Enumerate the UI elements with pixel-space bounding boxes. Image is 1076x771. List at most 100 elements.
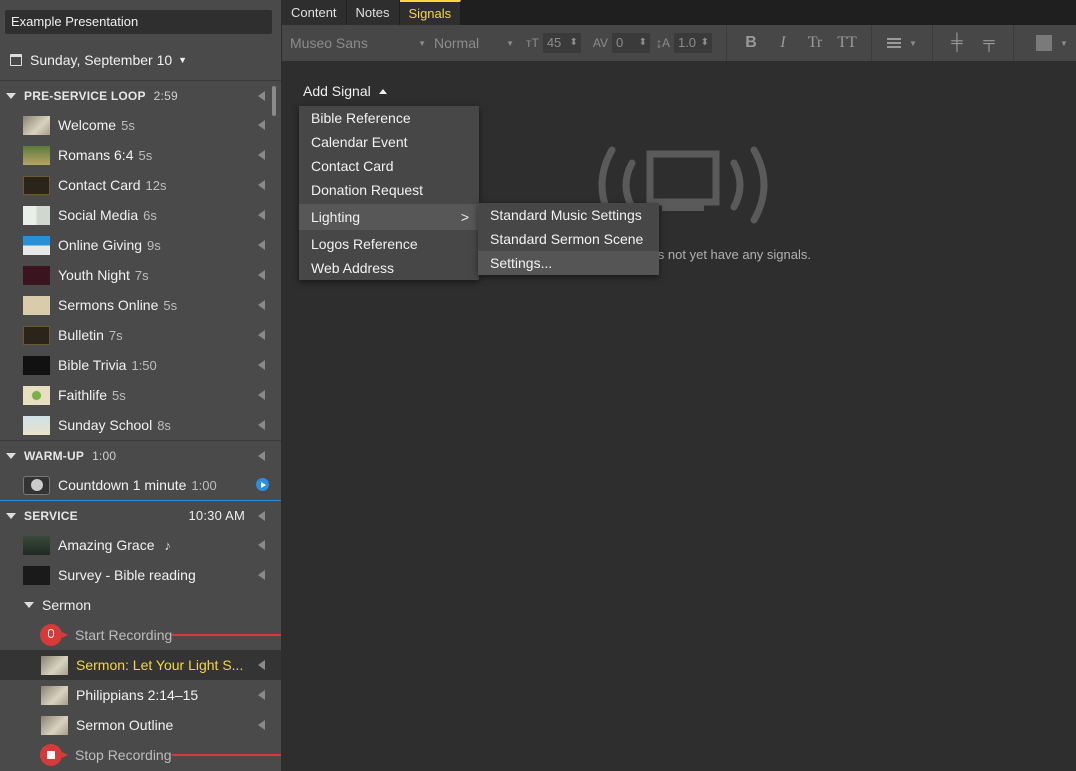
section-pre-service-loop[interactable]: PRE-SERVICE LOOP 2:59 [0, 80, 281, 110]
list-item[interactable]: Welcome 5s [0, 110, 281, 140]
list-item[interactable]: Social Media 6s [0, 200, 281, 230]
speaker-icon[interactable] [258, 360, 265, 370]
item-name: Bible Trivia [58, 357, 127, 373]
font-size-stepper[interactable]: ᴛT 45 [526, 33, 581, 53]
speaker-icon[interactable] [258, 570, 265, 580]
list-item[interactable]: Online Giving 9s [0, 230, 281, 260]
list-item[interactable]: Countdown 1 minute 1:00 [0, 470, 281, 500]
slide-thumbnail [23, 295, 50, 315]
menu-item-calendar-event[interactable]: Calendar Event [299, 130, 479, 154]
slide-thumbnail [23, 115, 50, 135]
tracking-value[interactable]: 0 [611, 33, 650, 53]
speaker-icon[interactable] [258, 511, 265, 521]
slide-thumbnail [23, 565, 50, 585]
lighting-submenu: Standard Music Settings Standard Sermon … [478, 203, 659, 275]
menu-item-lighting[interactable]: Lighting > [299, 204, 479, 230]
item-length: 5s [121, 117, 135, 133]
item-length: 9s [147, 237, 161, 253]
menu-item-standard-sermon-scene[interactable]: Standard Sermon Scene [478, 227, 659, 251]
menu-item-logos-reference[interactable]: Logos Reference [299, 232, 479, 256]
stop-recording-signal[interactable]: Stop Recording [0, 740, 281, 770]
chevron-down-icon: ▼ [178, 55, 188, 65]
speaker-icon[interactable] [258, 690, 265, 700]
align-top-icon[interactable]: ╤ [973, 34, 1005, 52]
list-item[interactable]: Sermon Outline [0, 710, 281, 740]
item-name: Contact Card [58, 177, 141, 193]
tab-signals[interactable]: Signals [399, 0, 462, 25]
menu-item-settings[interactable]: Settings... [478, 251, 659, 275]
menu-item-donation-request[interactable]: Donation Request [299, 178, 479, 202]
list-item[interactable]: Contact Card 12s [0, 170, 281, 200]
list-item[interactable]: Sermons Online 5s [0, 290, 281, 320]
speaker-icon[interactable] [258, 330, 265, 340]
list-item[interactable]: Philippians 2:14–15 [0, 680, 281, 710]
list-item[interactable]: Amazing Grace ♪ [0, 530, 281, 560]
chevron-down-icon: ▼ [909, 38, 917, 48]
speaker-icon[interactable] [258, 451, 265, 461]
speaker-icon[interactable] [258, 660, 265, 670]
chevron-down-icon: ▼ [506, 38, 514, 48]
menu-item-contact-card[interactable]: Contact Card [299, 154, 479, 178]
list-item[interactable]: Sunday School 8s [0, 410, 281, 440]
list-item[interactable]: Bulletin 7s [0, 320, 281, 350]
speaker-icon[interactable] [258, 91, 265, 101]
speaker-icon[interactable] [258, 210, 265, 220]
item-name: Youth Night [58, 267, 130, 283]
group-sermon[interactable]: Sermon [0, 590, 281, 620]
video-thumbnail [23, 475, 50, 495]
bold-button[interactable]: B [735, 34, 767, 52]
font-select[interactable]: Museo Sans ▼ [290, 35, 426, 51]
align-center-vertical-icon[interactable]: ╪ [941, 34, 973, 52]
stop-icon [47, 751, 55, 759]
list-item[interactable]: Youth Night 7s [0, 260, 281, 290]
menu-item-web-address[interactable]: Web Address [299, 256, 479, 280]
leading-value[interactable]: 1.0 [673, 33, 712, 53]
speaker-icon[interactable] [258, 240, 265, 250]
title-case-button[interactable]: Tr [799, 34, 831, 52]
tab-notes[interactable]: Notes [346, 0, 400, 25]
speaker-icon[interactable] [258, 270, 265, 280]
speaker-icon[interactable] [258, 120, 265, 130]
list-item[interactable]: Romans 6:4 5s [0, 140, 281, 170]
speaker-icon[interactable] [258, 180, 265, 190]
speaker-icon[interactable] [258, 300, 265, 310]
item-name: Amazing Grace [58, 537, 155, 553]
chevron-up-icon [378, 88, 387, 94]
add-signal-button[interactable]: Add Signal [303, 82, 387, 100]
font-size-value[interactable]: 45 [542, 33, 581, 53]
italic-button[interactable]: I [767, 34, 799, 52]
presentation-title-input[interactable]: Example Presentation [5, 10, 272, 34]
color-swatch[interactable] [1035, 35, 1052, 51]
section-service[interactable]: SERVICE 10:30 AM [0, 500, 281, 530]
collapse-triangle-icon [6, 512, 16, 519]
start-recording-signal[interactable]: Start Recording [0, 620, 281, 650]
align-left-icon [887, 38, 901, 48]
collapse-triangle-icon [6, 452, 16, 459]
text-align-select[interactable]: ▼ [880, 38, 924, 48]
style-select[interactable]: Normal ▼ [434, 35, 514, 51]
speaker-icon[interactable] [258, 420, 265, 430]
tracking-stepper[interactable]: AV 0 [593, 33, 650, 53]
play-icon[interactable] [256, 478, 269, 491]
list-item[interactable]: Bible Trivia 1:50 [0, 350, 281, 380]
speaker-icon[interactable] [258, 390, 265, 400]
menu-item-bible-reference[interactable]: Bible Reference [299, 106, 479, 130]
section-warm-up[interactable]: WARM-UP 1:00 [0, 440, 281, 470]
all-caps-button[interactable]: TT [831, 34, 863, 52]
menu-item-standard-music-settings[interactable]: Standard Music Settings [478, 203, 659, 227]
date-selector[interactable]: Sunday, September 10 ▼ [10, 50, 187, 70]
list-item[interactable]: Faithlife 5s [0, 380, 281, 410]
list-item-active[interactable]: Sermon: Let Your Light S... [0, 650, 281, 680]
item-name: Sermon Outline [76, 717, 174, 733]
speaker-icon[interactable] [258, 720, 265, 730]
speaker-icon[interactable] [258, 540, 265, 550]
music-note-icon: ♪ [164, 537, 171, 553]
signal-line [172, 754, 281, 756]
microphone-icon [48, 629, 54, 638]
tab-content[interactable]: Content [282, 0, 347, 25]
speaker-icon[interactable] [258, 150, 265, 160]
leading-stepper[interactable]: ↨A 1.0 [656, 33, 712, 53]
tracking-icon: AV [592, 36, 608, 50]
list-item[interactable]: Survey - Bible reading [0, 560, 281, 590]
signal-line [172, 634, 281, 636]
